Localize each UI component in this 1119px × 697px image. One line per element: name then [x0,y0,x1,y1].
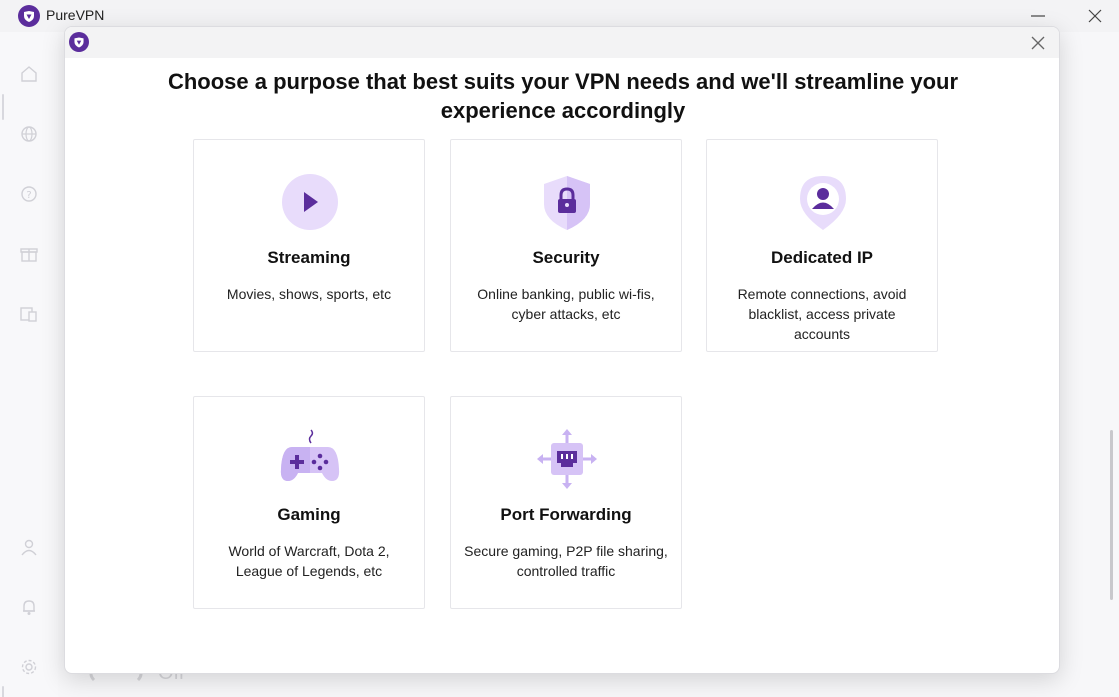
card-description: Movies, shows, sports, etc [226,286,392,302]
purpose-card-gaming[interactable]: Gaming World of Warcraft, Dota 2, League… [193,396,425,609]
modal-titlebar [65,27,1059,58]
port-forwarding-icon [537,429,597,489]
gamepad-icon [280,429,340,481]
gift-icon[interactable] [19,244,39,264]
modal-heading: Choose a purpose that best suits your VP… [167,69,959,123]
card-title: Port Forwarding [500,505,632,524]
modal-close-icon[interactable] [1027,32,1049,54]
purpose-selection-modal: Choose a purpose that best suits your VP… [64,26,1060,674]
card-description: World of Warcraft, Dota 2, League of Leg… [228,543,390,579]
settings-gear-icon[interactable] [19,657,39,677]
card-description: Remote connections, avoid blacklist, acc… [737,286,907,342]
card-description: Secure gaming, P2P file sharing, control… [464,543,668,579]
purpose-card-security[interactable]: Security Online banking, public wi-fis, … [450,139,682,352]
purevpn-logo-icon [69,32,89,52]
close-window-icon[interactable] [1083,4,1107,28]
shield-lock-icon [544,176,590,230]
purevpn-logo-icon [18,5,40,27]
notification-bell-icon[interactable] [19,597,39,617]
card-title: Gaming [277,505,341,524]
globe-icon[interactable] [19,124,39,144]
app-title: PureVPN [46,7,105,23]
purpose-card-streaming[interactable]: Streaming Movies, shows, sports, etc [193,139,425,352]
account-icon[interactable] [19,537,39,557]
sidebar-settings-indicator [2,686,4,697]
sidebar-active-indicator [2,94,4,120]
play-icon [282,174,338,230]
user-pin-icon [800,176,846,230]
card-title: Streaming [267,248,351,267]
help-icon[interactable]: ? [19,184,39,204]
purpose-card-port-forwarding[interactable]: Port Forwarding Secure gaming, P2P file … [450,396,682,609]
purpose-card-dedicated-ip[interactable]: Dedicated IP Remote connections, avoid b… [706,139,938,352]
home-icon[interactable] [19,64,39,84]
devices-icon[interactable] [19,304,39,324]
scrollbar-thumb[interactable] [1110,430,1113,600]
card-description: Online banking, public wi-fis, cyber att… [477,286,655,322]
svg-text:?: ? [26,190,31,201]
sidebar: ? [0,32,58,697]
card-title: Security [532,248,600,267]
card-title: Dedicated IP [770,248,874,267]
minimize-icon[interactable] [1026,4,1050,28]
